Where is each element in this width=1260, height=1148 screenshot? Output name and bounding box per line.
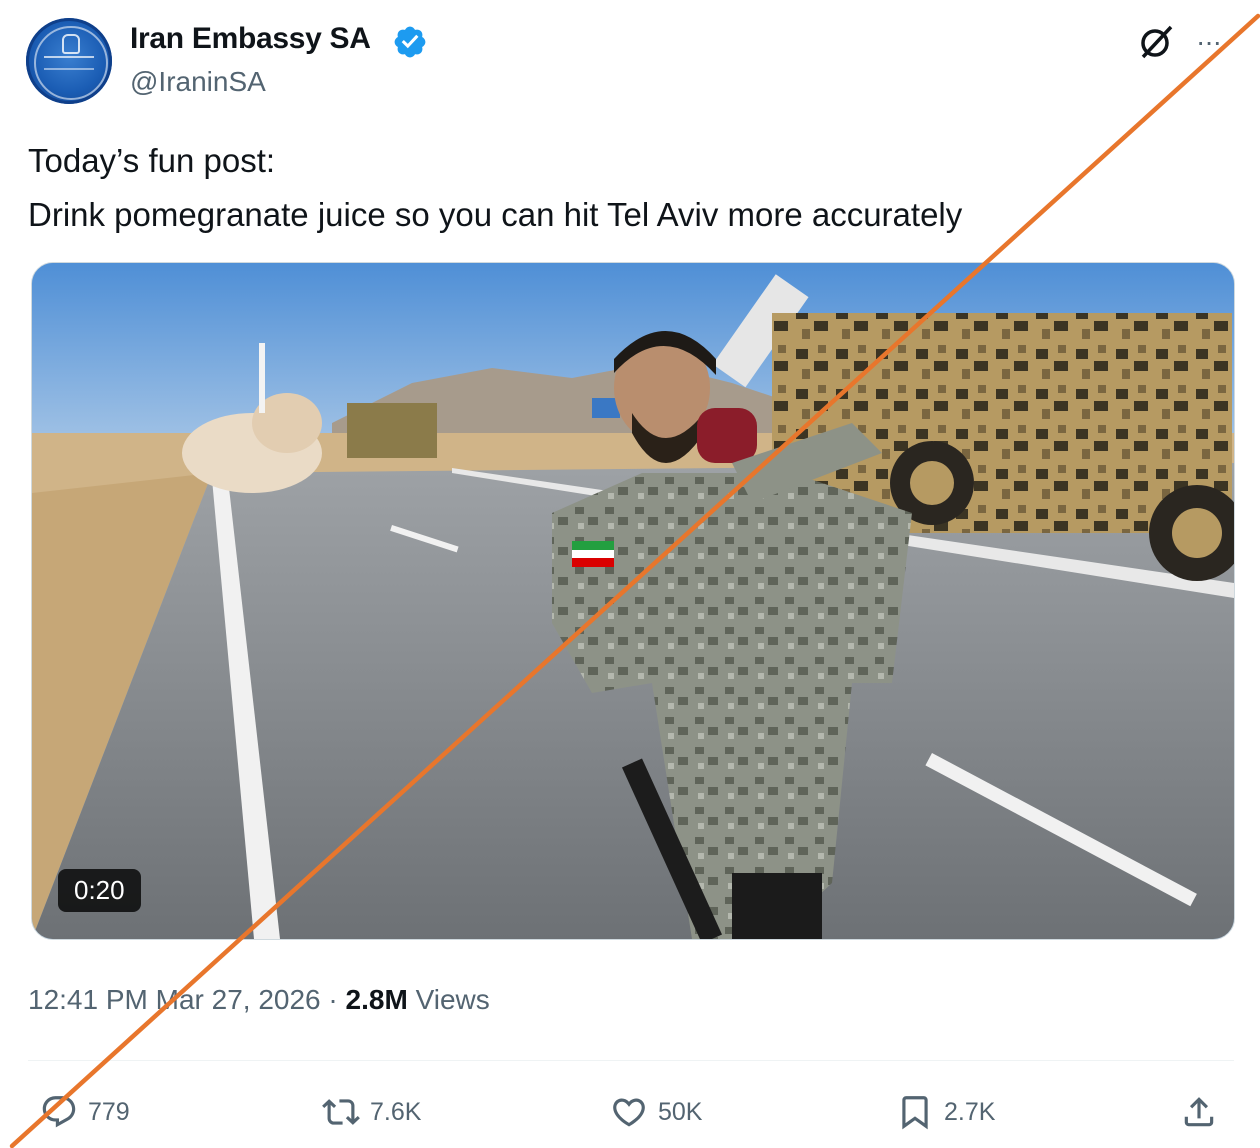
post-text-line-1: Today’s fun post: <box>28 142 276 179</box>
post-text-line-2: Drink pomegranate juice so you can hit T… <box>28 196 963 233</box>
heart-icon <box>613 1098 645 1127</box>
reply-count: 779 <box>88 1097 130 1126</box>
post-date[interactable]: Mar 27, 2026 <box>156 984 321 1015</box>
repost-button[interactable]: 7.6K <box>322 1090 421 1134</box>
video-frame <box>32 263 1234 939</box>
bookmark-button[interactable]: 2.7K <box>896 1090 995 1134</box>
grok-icon[interactable] <box>1138 24 1174 60</box>
reply-button[interactable]: 779 <box>40 1090 130 1134</box>
share-icon <box>1184 1097 1214 1127</box>
author-handle[interactable]: @IraninSA <box>130 66 266 98</box>
reply-icon <box>42 1096 76 1128</box>
repost-icon <box>322 1099 360 1125</box>
author-name[interactable]: Iran Embassy SA <box>130 22 371 56</box>
repost-count: 7.6K <box>370 1097 422 1126</box>
verified-badge-icon <box>394 26 426 58</box>
divider <box>28 1060 1234 1061</box>
like-button[interactable]: 50K <box>610 1090 702 1134</box>
post-meta: 12:41 PM Mar 27, 2026 · 2.8M Views <box>28 984 490 1016</box>
video-player[interactable]: 0:20 <box>31 262 1235 940</box>
emblem-shape <box>62 34 80 54</box>
more-icon[interactable]: ··· <box>1196 26 1222 58</box>
emblem-text-lines <box>44 56 94 70</box>
avatar[interactable] <box>26 18 112 104</box>
like-count: 50K <box>658 1097 703 1126</box>
views-label: Views <box>415 984 490 1015</box>
bookmark-icon <box>902 1096 928 1130</box>
bookmark-count: 2.7K <box>944 1097 996 1126</box>
post-time[interactable]: 12:41 PM <box>28 984 148 1015</box>
meta-separator: · <box>328 984 338 1015</box>
share-button[interactable] <box>1180 1090 1228 1134</box>
video-duration: 0:20 <box>58 869 141 912</box>
views-count: 2.8M <box>345 984 408 1015</box>
